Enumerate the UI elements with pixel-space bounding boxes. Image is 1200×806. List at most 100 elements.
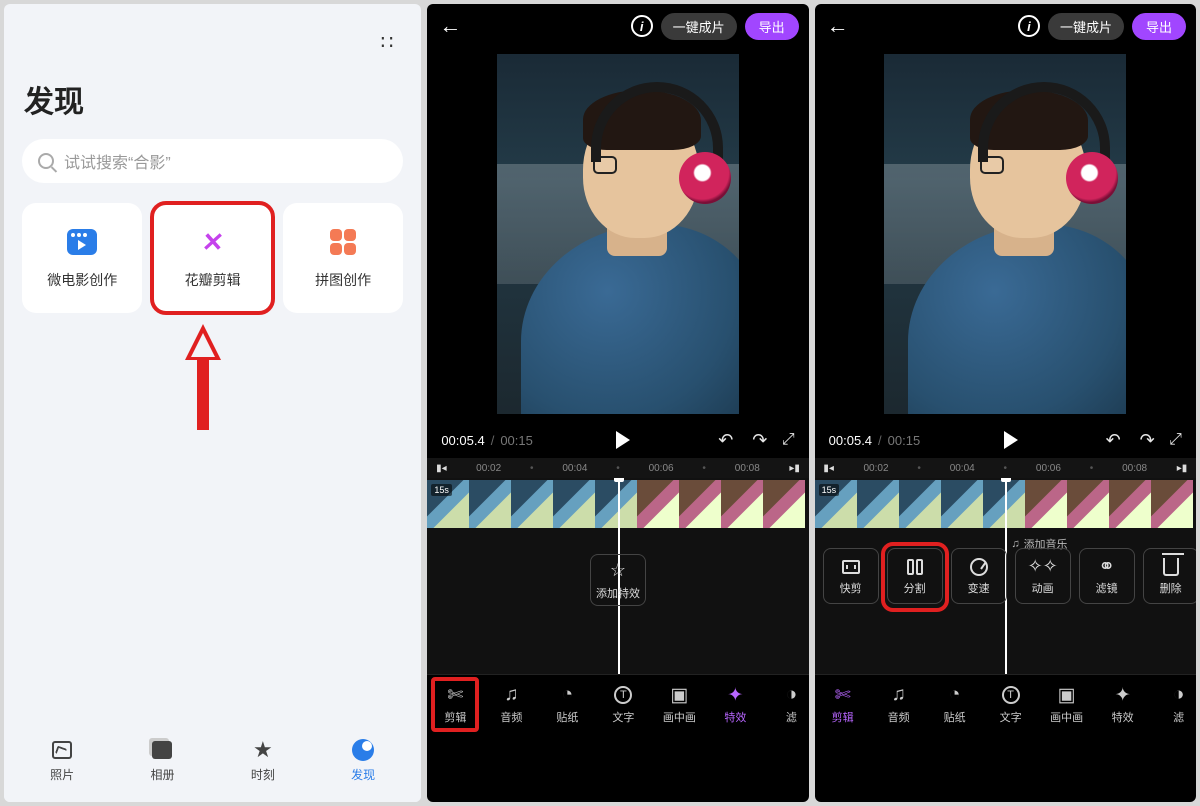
auto-compose-chip[interactable]: 一键成片 (1048, 13, 1124, 40)
clip-duration-badge: 15s (431, 484, 452, 496)
auto-compose-chip[interactable]: 一键成片 (661, 13, 737, 40)
nav-audio[interactable]: 音频 (871, 675, 927, 734)
jump-end-icon[interactable]: ▸▮ (1176, 462, 1188, 474)
nav-filter[interactable]: 滤 (1151, 675, 1196, 734)
time-current: 00:05.4 (441, 433, 484, 448)
tab-moments[interactable]: ★ 时刻 (213, 738, 313, 792)
clip-2[interactable] (637, 480, 805, 528)
quick-cut-icon (842, 560, 860, 574)
timeline[interactable]: 15s + ♫ 添加音乐 快剪 分割 变速 (815, 478, 1196, 674)
nav-effects[interactable]: 特效 (707, 675, 763, 734)
fullscreen-button[interactable]: ⤢ (1169, 431, 1182, 449)
play-button[interactable] (1001, 430, 1021, 450)
star-icon: ★ (251, 738, 275, 762)
action-filter[interactable]: 滤镜 (1079, 548, 1135, 604)
redo-button[interactable]: ↷ (748, 430, 772, 451)
animation-icon: ✧ (1028, 557, 1058, 577)
export-button[interactable]: 导出 (1132, 13, 1186, 40)
filter-icon (1098, 557, 1115, 577)
scissors-icon (835, 684, 851, 706)
music-icon (504, 684, 518, 706)
video-canvas[interactable] (497, 54, 739, 414)
back-button[interactable]: ← (437, 13, 463, 39)
info-icon[interactable]: i (631, 15, 653, 37)
back-button[interactable]: ← (825, 13, 851, 39)
undo-button[interactable]: ↶ (1101, 430, 1125, 451)
clip-1-selected[interactable]: 15s (815, 480, 1025, 528)
scissors-icon (447, 684, 463, 706)
clip-1[interactable]: 15s (427, 480, 637, 528)
video-icon (67, 229, 97, 255)
filter-icon (786, 684, 797, 706)
card-micro-movie[interactable]: 微电影创作 (22, 203, 142, 313)
action-speed[interactable]: 变速 (951, 548, 1007, 604)
nav-text[interactable]: T 文字 (595, 675, 651, 734)
video-canvas[interactable] (884, 54, 1126, 414)
nav-pip[interactable]: 画中画 (1039, 675, 1095, 734)
nav-audio[interactable]: 音频 (483, 675, 539, 734)
action-animation[interactable]: ✧ 动画 (1015, 548, 1071, 604)
add-effect-chip[interactable]: ☆ 添加特效 (590, 554, 646, 606)
jump-start-icon[interactable]: ▮◂ (823, 462, 835, 474)
panel-discover: ∷ 发现 试试搜索“合影” 微电影创作 ✕ 花瓣剪辑 拼图创作 照片 相册 (4, 4, 421, 802)
jump-start-icon[interactable]: ▮◂ (435, 462, 447, 474)
puzzle-icon (330, 229, 356, 255)
nav-filter[interactable]: 滤 (763, 675, 808, 734)
clip-2[interactable] (1025, 480, 1193, 528)
filter-icon (1173, 684, 1184, 706)
transport-controls: 00:05.4 / 00:15 ↶ ↷ ⤢ (427, 422, 808, 458)
pip-icon (1058, 684, 1076, 706)
action-split[interactable]: 分割 (887, 548, 943, 604)
timeline[interactable]: 15s + ☆ 添加特效 (427, 478, 808, 674)
nav-pip[interactable]: 画中画 (651, 675, 707, 734)
preview-area (427, 48, 808, 420)
tab-discover[interactable]: 发现 (313, 738, 413, 792)
time-total: 00:15 (500, 433, 533, 448)
speed-icon (970, 558, 988, 576)
petal-icon: ✕ (200, 227, 225, 258)
fullscreen-button[interactable]: ⤢ (782, 431, 795, 449)
card-label: 拼图创作 (315, 270, 371, 290)
photo-icon (52, 741, 72, 759)
preview-area (815, 48, 1196, 420)
time-current: 00:05.4 (829, 433, 872, 448)
card-collage[interactable]: 拼图创作 (283, 203, 403, 313)
panel-editor-2: ← i 一键成片 导出 00:05.4 / 00:15 ↶ ↷ ⤢ ▮◂ 00:… (815, 4, 1196, 802)
text-icon: T (1002, 686, 1020, 704)
action-quick-cut[interactable]: 快剪 (823, 548, 879, 604)
time-ruler[interactable]: ▮◂ 00:02• 00:04• 00:06• 00:08 ▸▮ (427, 458, 808, 478)
clip-duration-badge: 15s (819, 484, 840, 496)
bottom-nav: 照片 相册 ★ 时刻 发现 (4, 732, 421, 802)
export-button[interactable]: 导出 (745, 13, 799, 40)
editor-tools-nav: 剪辑 音频 贴纸 T 文字 画中画 特效 滤 (427, 674, 808, 734)
nav-clip[interactable]: 剪辑 (427, 675, 483, 734)
nav-sticker[interactable]: 贴纸 (539, 675, 595, 734)
nav-clip[interactable]: 剪辑 (815, 675, 871, 734)
nav-sticker[interactable]: 贴纸 (927, 675, 983, 734)
time-ruler[interactable]: ▮◂ 00:02• 00:04• 00:06• 00:08 ▸▮ (815, 458, 1196, 478)
transport-controls: 00:05.4 / 00:15 ↶ ↷ ⤢ (815, 422, 1196, 458)
jump-end-icon[interactable]: ▸▮ (789, 462, 801, 474)
creation-cards: 微电影创作 ✕ 花瓣剪辑 拼图创作 (22, 203, 403, 313)
play-button[interactable] (613, 430, 633, 450)
time-total: 00:15 (888, 433, 921, 448)
editor-header: ← i 一键成片 导出 (815, 4, 1196, 48)
star-icon: ☆ (610, 560, 626, 581)
action-delete[interactable]: 删除 (1143, 548, 1196, 604)
redo-button[interactable]: ↷ (1135, 430, 1159, 451)
undo-button[interactable]: ↶ (714, 430, 738, 451)
tab-photos[interactable]: 照片 (12, 738, 112, 792)
card-petal-clip[interactable]: ✕ 花瓣剪辑 (152, 203, 272, 313)
header-menu-dots[interactable]: ∷ (22, 26, 403, 69)
pip-icon (670, 684, 688, 706)
tab-albums[interactable]: 相册 (112, 738, 212, 792)
music-icon (892, 684, 906, 706)
album-icon (152, 741, 172, 759)
search-input[interactable]: 试试搜索“合影” (22, 139, 403, 183)
sparkle-icon (727, 684, 743, 706)
nav-effects[interactable]: 特效 (1095, 675, 1151, 734)
info-icon[interactable]: i (1018, 15, 1040, 37)
nav-text[interactable]: T 文字 (983, 675, 1039, 734)
sticker-icon (562, 684, 573, 706)
search-placeholder: 试试搜索“合影” (64, 149, 171, 173)
